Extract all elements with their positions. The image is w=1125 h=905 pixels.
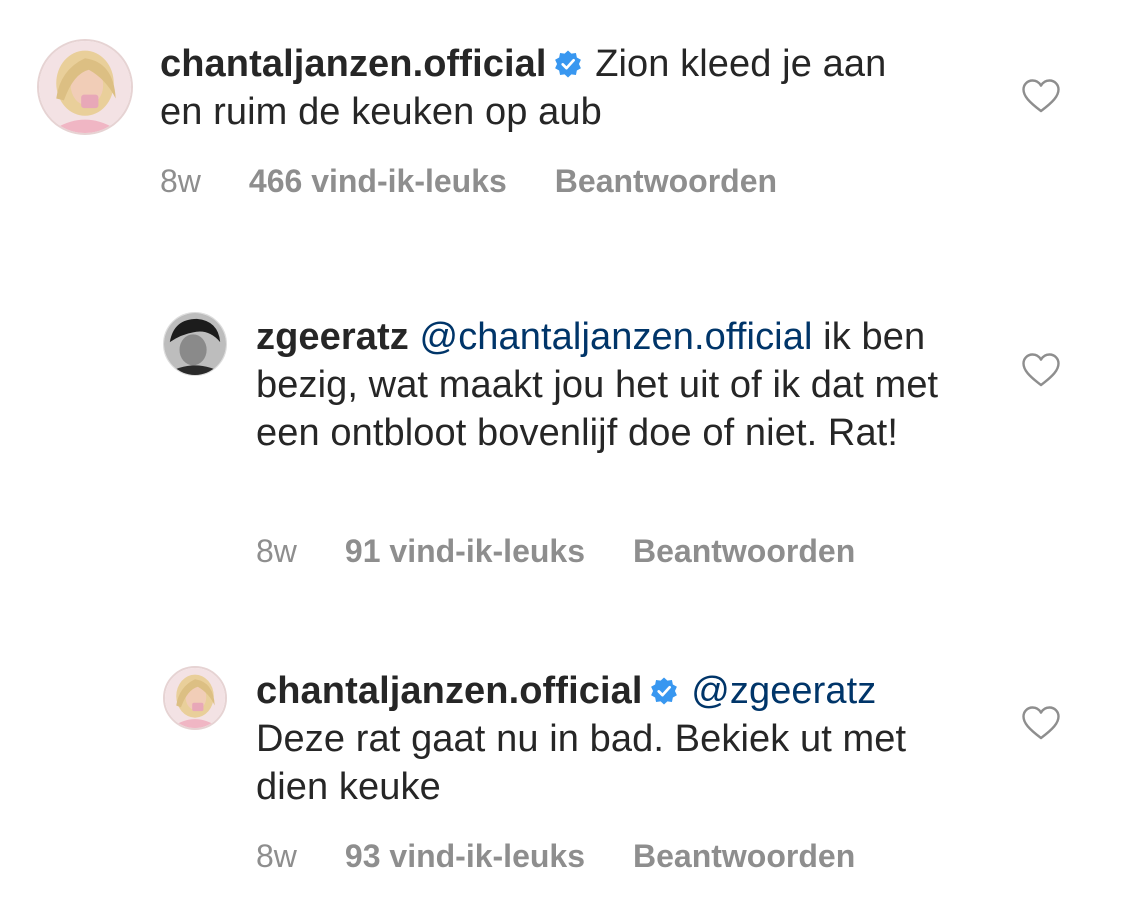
heart-outline-icon[interactable]: [1021, 78, 1061, 114]
comment-body: chantaljanzen.official Zion kleed je aan…: [160, 40, 920, 136]
likes-count-link[interactable]: 91 vind-ik-leuks: [345, 533, 585, 569]
avatar[interactable]: [163, 312, 227, 376]
verified-badge-icon: [649, 676, 679, 706]
avatar[interactable]: [37, 39, 133, 135]
reply-button[interactable]: Beantwoorden: [633, 838, 855, 874]
comment-meta: 8w 466 vind-ik-leuks Beantwoorden: [160, 161, 777, 201]
heart-outline-icon[interactable]: [1021, 352, 1061, 388]
likes-count-link[interactable]: 466 vind-ik-leuks: [249, 163, 507, 199]
comment-time: 8w: [256, 838, 297, 874]
comment-meta: 8w 93 vind-ik-leuks Beantwoorden: [256, 836, 855, 876]
comment-time: 8w: [160, 163, 201, 199]
username[interactable]: chantaljanzen.official: [256, 670, 643, 712]
comment-text: Deze rat gaat nu in bad. Bekiek ut met d…: [256, 718, 907, 808]
avatar[interactable]: [163, 666, 227, 730]
mention-link[interactable]: @chantaljanzen.official: [420, 316, 813, 358]
comment-body: zgeeratz @chantaljanzen.official ik ben …: [256, 313, 956, 457]
reply-button[interactable]: Beantwoorden: [633, 533, 855, 569]
profile-photo-blonde-woman-icon: [39, 41, 131, 133]
profile-photo-man-bw-icon: [164, 313, 226, 375]
verified-badge-icon: [553, 49, 583, 79]
username[interactable]: zgeeratz: [256, 316, 409, 358]
username[interactable]: chantaljanzen.official: [160, 43, 547, 85]
heart-outline-icon[interactable]: [1021, 705, 1061, 741]
likes-count-link[interactable]: 93 vind-ik-leuks: [345, 838, 585, 874]
mention-link[interactable]: @zgeeratz: [691, 670, 876, 712]
comment-body: chantaljanzen.official @zgeeratz Deze ra…: [256, 667, 976, 811]
reply-button[interactable]: Beantwoorden: [555, 163, 777, 199]
profile-photo-blonde-woman-icon: [165, 668, 225, 728]
comment-time: 8w: [256, 533, 297, 569]
comment-meta: 8w 91 vind-ik-leuks Beantwoorden: [256, 531, 855, 571]
